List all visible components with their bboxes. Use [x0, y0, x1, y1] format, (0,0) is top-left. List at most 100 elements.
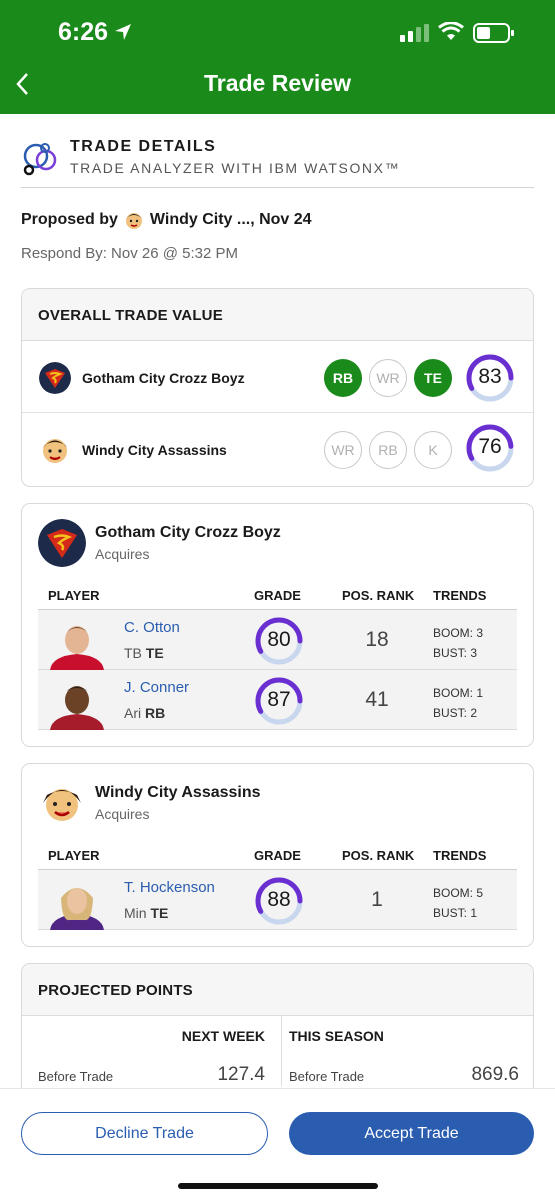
- players-table: PLAYER GRADE POS. RANK TRENDS T. Hockens…: [38, 840, 517, 930]
- acquiring-team-name: Gotham City Crozz Boyz: [95, 524, 281, 541]
- status-time: 6:26: [58, 18, 109, 46]
- gotham-team-logo-icon: [38, 519, 86, 567]
- position-rank: 18: [365, 628, 389, 651]
- trends-column-header: TRENDS: [433, 588, 487, 603]
- this-season-header: THIS SEASON: [289, 1028, 384, 1044]
- boom-count: BOOM: 5: [433, 886, 484, 900]
- proposed-by-team[interactable]: Windy City ..., Nov 24: [150, 211, 312, 229]
- watsonx-logo-icon: [23, 143, 57, 176]
- trends: BOOM: 3 BUST: 3: [433, 623, 483, 663]
- before-trade-label: Before Trade: [289, 1069, 365, 1084]
- trade-value-gauge: 76: [465, 423, 515, 473]
- player-photo-icon: [50, 888, 104, 930]
- battery-icon: [473, 23, 514, 43]
- player-name-link[interactable]: J. Conner: [124, 679, 189, 696]
- top-app-bar: 6:26 Trade Review: [0, 0, 555, 114]
- grade-column-header: GRADE: [254, 848, 301, 863]
- gotham-team-logo-icon: [39, 362, 71, 394]
- next-week-column: NEXT WEEK Before Trade 127.4: [22, 1016, 282, 1086]
- bust-count: BUST: 1: [433, 906, 478, 920]
- acquires-header: Gotham City Crozz Boyz Acquires: [22, 504, 533, 580]
- position-pill: RB: [324, 359, 362, 397]
- trends: BOOM: 5 BUST: 1: [433, 883, 483, 923]
- player-name-link[interactable]: C. Otton: [124, 619, 180, 636]
- position-pill: RB: [369, 431, 407, 469]
- position-pill: K: [414, 431, 452, 469]
- player-team: Ari RB: [124, 705, 166, 721]
- before-trade-label: Before Trade: [38, 1069, 114, 1084]
- trade-value-score: 83: [478, 365, 502, 388]
- cellular-signal-icon: [400, 24, 429, 42]
- rank-column-header: POS. RANK: [342, 848, 415, 863]
- next-week-before-value: 127.4: [217, 1064, 265, 1085]
- trade-value-row: Windy City Assassins WR RB K 76: [22, 413, 533, 485]
- bottom-action-bar: Decline Trade Accept Trade: [0, 1088, 555, 1200]
- page-title: Trade Review: [203, 70, 352, 96]
- projected-points-columns: NEXT WEEK Before Trade 127.4 THIS SEASON…: [22, 1016, 533, 1086]
- team-acquires-card: Windy City Assassins Acquires PLAYER GRA…: [21, 763, 534, 947]
- acquiring-team-name: Windy City Assassins: [95, 784, 261, 801]
- trade-value-row: Gotham City Crozz Boyz RB WR TE 83: [22, 341, 533, 413]
- projected-points-title: PROJECTED POINTS: [22, 964, 533, 1016]
- trade-details-header: TRADE DETAILS TRADE ANALYZER WITH IBM WA…: [21, 136, 534, 188]
- table-row[interactable]: T. Hockenson Min TE 88 1 BOOM: 5 BUST: 1: [38, 870, 517, 930]
- acquires-label: Acquires: [95, 806, 150, 822]
- position-rank: 1: [371, 888, 383, 911]
- player-column-header: PLAYER: [48, 588, 100, 603]
- proposed-by-label: Proposed by: [21, 211, 118, 228]
- this-season-before-value: 869.6: [471, 1064, 519, 1085]
- trade-analyzer-subtitle: TRADE ANALYZER WITH IBM WATSONX™: [70, 160, 401, 176]
- boom-count: BOOM: 3: [433, 626, 484, 640]
- table-header: PLAYER GRADE POS. RANK TRENDS: [38, 840, 517, 870]
- grade-column-header: GRADE: [254, 588, 301, 603]
- position-pill: TE: [414, 359, 452, 397]
- wifi-icon: [438, 22, 464, 40]
- home-indicator: [178, 1183, 378, 1189]
- trends: BOOM: 1 BUST: 2: [433, 683, 483, 723]
- accept-trade-button[interactable]: Accept Trade: [289, 1112, 534, 1155]
- windy-team-logo-icon: [42, 439, 68, 463]
- table-row[interactable]: C. Otton TB TE 80 18 BOOM: 3 BUST: 3: [38, 610, 517, 670]
- trends-column-header: TRENDS: [433, 848, 487, 863]
- overall-trade-value-title: OVERALL TRADE VALUE: [22, 289, 533, 341]
- acquires-header: Windy City Assassins Acquires: [22, 764, 533, 840]
- location-arrow-icon: [115, 24, 131, 40]
- player-grade-gauge: 88: [254, 876, 304, 926]
- player-name-link[interactable]: T. Hockenson: [124, 879, 215, 896]
- table-header: PLAYER GRADE POS. RANK TRENDS: [38, 580, 517, 610]
- respond-by: Respond By: Nov 26 @ 5:32 PM: [21, 245, 239, 262]
- bust-count: BUST: 2: [433, 706, 478, 720]
- overall-trade-value-card: OVERALL TRADE VALUE Gotham City Crozz Bo…: [21, 288, 534, 487]
- player-photo-icon: [50, 686, 104, 730]
- proposed-by: Proposed by Windy City ..., Nov 24: [21, 210, 312, 230]
- team-acquires-card: Gotham City Crozz Boyz Acquires PLAYER G…: [21, 503, 534, 747]
- decline-trade-button[interactable]: Decline Trade: [21, 1112, 268, 1155]
- position-rank: 41: [365, 688, 389, 711]
- trade-value-score: 76: [478, 435, 502, 458]
- team-avatar-icon: [125, 213, 142, 229]
- this-season-column: THIS SEASON Before Trade 869.6: [282, 1016, 533, 1086]
- rank-column-header: POS. RANK: [342, 588, 415, 603]
- boom-count: BOOM: 1: [433, 686, 484, 700]
- player-grade-gauge: 80: [254, 616, 304, 666]
- position-pill: WR: [324, 431, 362, 469]
- next-week-header: NEXT WEEK: [181, 1028, 265, 1044]
- player-team: Min TE: [124, 905, 169, 921]
- bust-count: BUST: 3: [433, 646, 478, 660]
- windy-team-logo-icon: [43, 789, 81, 821]
- player-column-header: PLAYER: [48, 848, 100, 863]
- players-table: PLAYER GRADE POS. RANK TRENDS C. Otton T…: [38, 580, 517, 730]
- team-name: Windy City Assassins: [82, 442, 227, 458]
- acquires-label: Acquires: [95, 546, 150, 562]
- player-grade: 88: [267, 888, 291, 911]
- player-grade-gauge: 87: [254, 676, 304, 726]
- trade-details-title: TRADE DETAILS: [70, 138, 217, 155]
- table-row[interactable]: J. Conner Ari RB 87 41 BOOM: 1 BUST: 2: [38, 670, 517, 730]
- trade-value-gauge: 83: [465, 353, 515, 403]
- player-photo-icon: [50, 626, 104, 670]
- player-grade: 87: [267, 688, 291, 711]
- position-pill: WR: [369, 359, 407, 397]
- player-grade: 80: [267, 628, 291, 651]
- player-team: TB TE: [124, 645, 164, 661]
- team-name: Gotham City Crozz Boyz: [82, 370, 245, 386]
